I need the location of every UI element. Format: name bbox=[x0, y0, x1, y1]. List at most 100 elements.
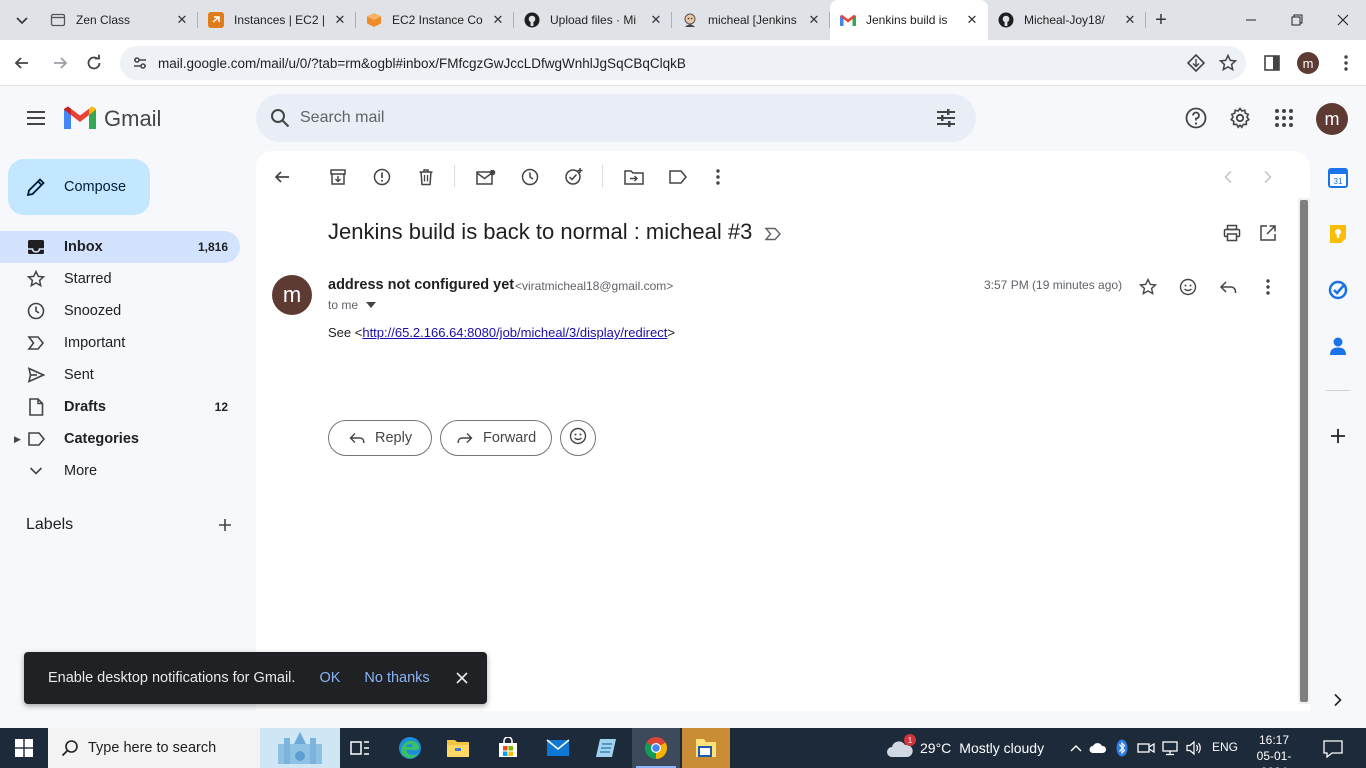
side-panel-icon[interactable] bbox=[1258, 49, 1286, 77]
notification-center-icon[interactable] bbox=[1322, 738, 1344, 760]
compose-button[interactable]: Compose bbox=[8, 159, 150, 215]
new-tab-button[interactable]: + bbox=[1148, 6, 1174, 34]
account-avatar[interactable]: m bbox=[1316, 103, 1348, 135]
site-settings-icon[interactable] bbox=[130, 53, 150, 73]
search-options-icon[interactable] bbox=[932, 104, 960, 132]
expand-caret-icon[interactable]: ▶ bbox=[14, 434, 21, 445]
network-icon[interactable] bbox=[1160, 738, 1180, 758]
address-bar[interactable]: mail.google.com/mail/u/0/?tab=rm&ogbl#in… bbox=[120, 46, 1246, 80]
hide-side-panel-chevron-icon[interactable] bbox=[1326, 688, 1350, 712]
input-language-indicator[interactable]: ENG bbox=[1212, 740, 1238, 754]
close-icon[interactable] bbox=[452, 668, 472, 688]
chrome-browser-icon[interactable] bbox=[632, 728, 680, 768]
edge-browser-icon[interactable] bbox=[386, 728, 434, 768]
delete-trash-icon[interactable] bbox=[412, 163, 440, 191]
toast-no-thanks-button[interactable]: No thanks bbox=[364, 670, 429, 686]
settings-gear-icon[interactable] bbox=[1226, 104, 1254, 132]
close-icon[interactable]: ✕ bbox=[806, 12, 822, 28]
label-as-icon[interactable] bbox=[664, 163, 692, 191]
close-icon[interactable]: ✕ bbox=[174, 12, 190, 28]
get-addons-plus-icon[interactable] bbox=[1326, 424, 1350, 448]
browser-tab[interactable]: Upload files · Mi ✕ bbox=[514, 0, 672, 40]
forward-button[interactable]: Forward bbox=[440, 420, 552, 456]
gmail-logo[interactable]: Gmail bbox=[64, 104, 161, 134]
taskbar-clock[interactable]: 16:17 05-01-2024 bbox=[1246, 732, 1302, 768]
browser-tab[interactable]: micheal [Jenkins ✕ bbox=[672, 0, 830, 40]
tab-search-button[interactable] bbox=[8, 6, 36, 34]
report-spam-icon[interactable] bbox=[368, 163, 396, 191]
sidebar-item-more[interactable]: More bbox=[0, 455, 240, 487]
browser-tab[interactable]: Zen Class ✕ bbox=[40, 0, 198, 40]
bluetooth-icon[interactable] bbox=[1112, 738, 1132, 758]
minimize-button[interactable] bbox=[1228, 0, 1274, 40]
move-to-folder-icon[interactable] bbox=[620, 163, 648, 191]
sidebar-item-drafts[interactable]: Drafts 12 bbox=[0, 391, 240, 423]
more-options-icon[interactable] bbox=[704, 163, 732, 191]
message-more-options-icon[interactable] bbox=[1254, 273, 1282, 301]
create-label-plus-icon[interactable] bbox=[214, 514, 236, 536]
profile-button[interactable]: m bbox=[1294, 49, 1322, 77]
emoji-react-button[interactable] bbox=[560, 420, 596, 456]
close-icon[interactable]: ✕ bbox=[332, 12, 348, 28]
onedrive-cloud-icon[interactable] bbox=[1088, 738, 1108, 758]
add-reaction-emoji-icon[interactable] bbox=[1174, 273, 1202, 301]
help-icon[interactable] bbox=[1182, 104, 1210, 132]
volume-speaker-icon[interactable] bbox=[1184, 738, 1204, 758]
url-text[interactable]: mail.google.com/mail/u/0/?tab=rm&ogbl#in… bbox=[158, 56, 1182, 71]
sidebar-item-inbox[interactable]: Inbox 1,816 bbox=[0, 231, 240, 263]
sender-name[interactable]: address not configured yet bbox=[328, 277, 514, 293]
sidebar-item-categories[interactable]: ▶ Categories bbox=[0, 423, 240, 455]
close-icon[interactable]: ✕ bbox=[1122, 12, 1138, 28]
browser-menu-icon[interactable] bbox=[1332, 49, 1360, 77]
browser-tab-active[interactable]: Jenkins build is ✕ bbox=[830, 0, 988, 40]
taskbar-search-box[interactable]: Type here to search bbox=[48, 728, 340, 768]
sidebar-item-sent[interactable]: Sent bbox=[0, 359, 240, 391]
reply-button[interactable]: Reply bbox=[328, 420, 432, 456]
meet-now-icon[interactable] bbox=[1136, 738, 1156, 758]
bookmark-star-icon[interactable] bbox=[1214, 49, 1242, 77]
toast-ok-button[interactable]: OK bbox=[319, 670, 340, 686]
reload-icon[interactable] bbox=[80, 49, 108, 77]
main-menu-icon[interactable] bbox=[22, 104, 50, 132]
snooze-clock-icon[interactable] bbox=[516, 163, 544, 191]
keep-app-icon[interactable] bbox=[1326, 222, 1350, 246]
browser-tab[interactable]: EC2 Instance Co ✕ bbox=[356, 0, 514, 40]
close-icon[interactable]: ✕ bbox=[648, 12, 664, 28]
show-details-caret-icon[interactable] bbox=[364, 298, 378, 312]
tasks-app-icon[interactable] bbox=[1326, 278, 1350, 302]
task-view-icon[interactable] bbox=[336, 728, 384, 768]
search-bar[interactable] bbox=[256, 94, 976, 142]
contacts-app-icon[interactable] bbox=[1326, 334, 1350, 358]
weather-widget[interactable]: 1 29°C Mostly cloudy bbox=[886, 728, 1044, 768]
sidebar-item-snoozed[interactable]: Snoozed bbox=[0, 295, 240, 327]
sender-avatar[interactable]: m bbox=[272, 275, 312, 315]
close-icon[interactable]: ✕ bbox=[964, 12, 980, 28]
browser-tab[interactable]: Micheal-Joy18/ ✕ bbox=[988, 0, 1146, 40]
sidebar-item-starred[interactable]: Starred bbox=[0, 263, 240, 295]
file-manager-highlighted-icon[interactable] bbox=[682, 728, 730, 768]
search-input[interactable] bbox=[300, 109, 932, 127]
install-app-icon[interactable] bbox=[1182, 49, 1210, 77]
browser-tab[interactable]: Instances | EC2 | ✕ bbox=[198, 0, 356, 40]
add-to-tasks-icon[interactable] bbox=[560, 163, 588, 191]
close-window-button[interactable] bbox=[1320, 0, 1366, 40]
older-chevron-right-icon[interactable] bbox=[1254, 163, 1282, 191]
reply-arrow-icon[interactable] bbox=[1214, 273, 1242, 301]
jenkins-build-link[interactable]: http://65.2.166.64:8080/job/micheal/3/di… bbox=[362, 325, 667, 340]
scrollbar-thumb[interactable] bbox=[1300, 200, 1308, 702]
apps-grid-icon[interactable] bbox=[1270, 104, 1298, 132]
archive-icon[interactable] bbox=[324, 163, 352, 191]
newer-chevron-left-icon[interactable] bbox=[1214, 163, 1242, 191]
open-in-new-window-icon[interactable] bbox=[1254, 219, 1282, 247]
forward-icon[interactable] bbox=[46, 49, 74, 77]
back-icon[interactable] bbox=[8, 49, 36, 77]
microsoft-store-icon[interactable] bbox=[484, 728, 532, 768]
windows-start-icon[interactable] bbox=[0, 728, 48, 768]
calendar-app-icon[interactable]: 31 bbox=[1326, 166, 1350, 190]
search-icon[interactable] bbox=[268, 106, 292, 130]
show-hidden-icons-chevron-icon[interactable] bbox=[1066, 738, 1086, 758]
back-to-inbox-icon[interactable] bbox=[268, 163, 296, 191]
print-icon[interactable] bbox=[1218, 219, 1246, 247]
notepad-app-icon[interactable] bbox=[582, 728, 630, 768]
mail-app-icon[interactable] bbox=[534, 728, 582, 768]
